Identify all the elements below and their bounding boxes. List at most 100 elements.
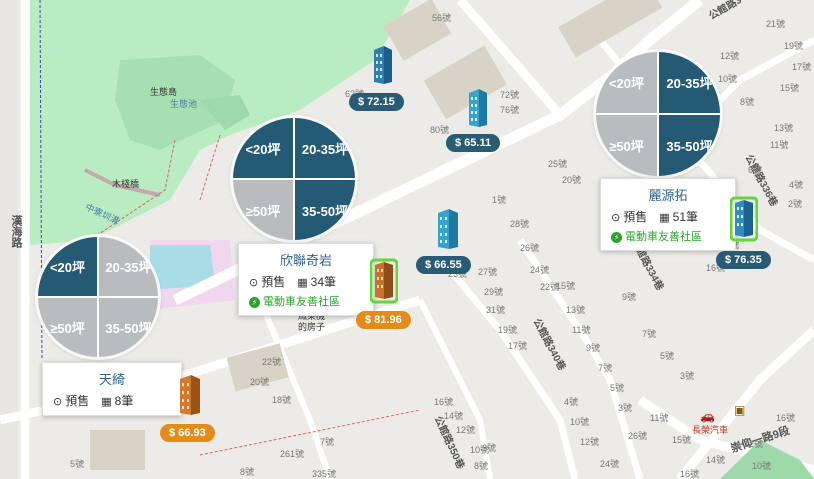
house-number: 3號	[680, 371, 695, 381]
building-marker-icon[interactable]	[178, 373, 202, 419]
house-number: 10號	[752, 461, 772, 471]
house-number: 11號	[650, 413, 669, 423]
community-name: 欣聯奇岩	[279, 253, 332, 268]
house-number: 12號	[580, 437, 600, 447]
building-marker-icon[interactable]	[372, 44, 394, 88]
house-number: 4號	[789, 180, 804, 190]
status-text: 預售	[65, 394, 90, 408]
lightning-icon: ⚡	[611, 231, 622, 243]
price-tag[interactable]: $ 65.11	[446, 134, 501, 152]
status: ⊙ 預售	[53, 392, 89, 409]
house-number: 24號	[600, 459, 620, 469]
house-label-2: 的房子	[298, 322, 326, 332]
house-number: 8號	[474, 461, 489, 471]
house-number: 10號	[570, 417, 590, 427]
status-text: 預售	[623, 210, 648, 224]
bridge-label: 木棧橋	[112, 179, 140, 189]
building-icon: ▦	[101, 396, 112, 408]
units: ▦ 51筆	[659, 208, 698, 225]
park-pond-label: 生態池	[170, 99, 198, 109]
clock-icon: ⊙	[249, 277, 259, 289]
units-text: 34筆	[310, 275, 336, 289]
house-number: 18號	[272, 395, 292, 405]
building-marker-icon[interactable]	[467, 87, 489, 131]
house-number: 11號	[572, 325, 591, 335]
clock-icon: ⊙	[53, 396, 63, 408]
house-number: 13號	[774, 123, 794, 133]
status: ⊙ 預售	[611, 208, 647, 225]
unit-size-pie-xinlian[interactable]: <20坪 20-35坪 ≥50坪 35-50坪	[233, 118, 355, 240]
status-text: 預售	[261, 275, 286, 289]
house-number: 16號	[680, 469, 700, 479]
unit-size-pie-liyuantuo[interactable]: <20坪 20-35坪 ≥50坪 35-50坪	[596, 52, 720, 176]
house-number: 80號	[430, 125, 450, 135]
house-number: 15號	[556, 281, 576, 291]
house-number: 2號	[788, 199, 803, 209]
house-number: 15號	[672, 435, 692, 445]
house-number: 7號	[598, 363, 613, 373]
ev-text: 電動車友善社區	[625, 231, 702, 243]
house-number: 20號	[250, 377, 270, 387]
status: ⊙ 預售	[249, 273, 285, 290]
house-number: 14號	[706, 455, 726, 465]
building-icon: ▦	[659, 212, 670, 224]
house-number: 7號	[320, 437, 335, 447]
lightning-icon: ⚡	[249, 296, 260, 308]
house-number: 14號	[444, 411, 464, 421]
house-number: 31號	[486, 305, 506, 315]
house-number: 19號	[784, 41, 804, 51]
clock-icon: ⊙	[611, 212, 621, 224]
community-card-tianqi[interactable]: 天綺 ⊙ 預售 ▦ 8筆	[42, 362, 182, 416]
price-tag[interactable]: $ 81.96	[356, 311, 411, 329]
house-number: 27號	[478, 267, 498, 277]
ev-text: 電動車友善社區	[263, 296, 340, 308]
units: ▦ 8筆	[101, 392, 133, 409]
house-number: 12號	[744, 439, 764, 449]
house-number: 26號	[628, 431, 648, 441]
house-number: 24號	[530, 265, 550, 275]
house-number: 3號	[618, 403, 633, 413]
ev-friendly-badge: ⚡ 電動車友善社區	[611, 228, 725, 244]
community-card-liyuantuo[interactable]: 麗源拓 ⊙ 預售 ▦ 51筆 ⚡ 電動車友善社區	[600, 178, 736, 251]
house-number: 9號	[586, 343, 601, 353]
house-number: 22號	[262, 357, 282, 367]
community-name: 麗源拓	[648, 188, 688, 203]
ev-friendly-badge: ⚡ 電動車友善社區	[249, 293, 363, 309]
house-number: 6號	[748, 165, 763, 175]
unit-size-pie-tianqi[interactable]: <20坪 20-35坪 ≥50坪 35-50坪	[38, 237, 158, 357]
house-number: 5號	[660, 351, 675, 361]
building-marker-icon[interactable]	[370, 257, 398, 305]
house-number: 6號	[482, 443, 497, 453]
units: ▦ 34筆	[297, 273, 336, 290]
units-text: 8筆	[114, 394, 134, 408]
price-tag[interactable]: $ 76.35	[716, 251, 771, 269]
price-tag[interactable]: $ 66.93	[160, 424, 215, 442]
house-number: 26號	[520, 243, 540, 253]
house-number: 28號	[510, 219, 530, 229]
building-icon: ▦	[297, 277, 308, 289]
house-number: 19號	[498, 325, 518, 335]
house-number: 29號	[484, 287, 504, 297]
price-tag[interactable]: $ 72.15	[349, 93, 404, 111]
house-number: 16號	[434, 397, 454, 407]
building-marker-icon[interactable]	[730, 195, 758, 243]
house-number: 17號	[792, 62, 812, 72]
house-number: 17號	[508, 341, 528, 351]
price-tag[interactable]: $ 66.55	[416, 256, 471, 274]
shop-label: 長榮汽車	[692, 425, 729, 435]
units-text: 51筆	[672, 210, 698, 224]
park-name-label: 生態島	[150, 87, 178, 97]
house-number: 72號	[500, 90, 520, 100]
house-number: 8號	[740, 97, 755, 107]
house-number: 21號	[766, 19, 786, 29]
house-number: 56號	[432, 13, 452, 23]
house-number: 15號	[780, 83, 800, 93]
community-card-xinlian[interactable]: 欣聯奇岩 ⊙ 預售 ▦ 34筆 ⚡ 電動車友善社區	[238, 243, 374, 316]
house-number: 13號	[566, 305, 586, 315]
road-label-vertical: 漢海路	[10, 215, 22, 248]
building-marker-icon[interactable]	[436, 207, 460, 253]
house-number: 5號	[70, 459, 85, 469]
community-name: 天綺	[98, 372, 125, 387]
house-number: 261號	[280, 449, 305, 459]
house-number: 16號	[776, 413, 796, 423]
